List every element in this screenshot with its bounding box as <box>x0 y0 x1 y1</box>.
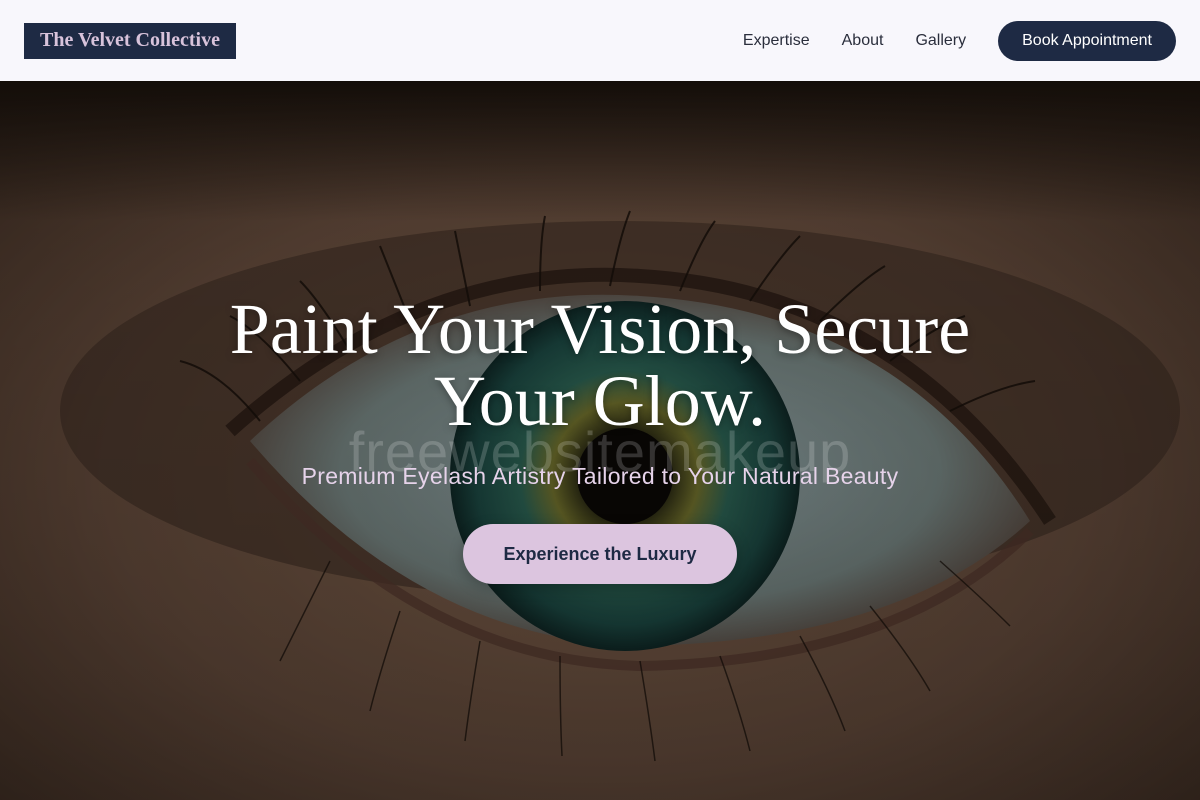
nav-link-about[interactable]: About <box>842 32 884 50</box>
logo[interactable]: The Velvet Collective <box>24 22 236 59</box>
main-nav: Expertise About Gallery Book Appointment <box>711 20 1176 61</box>
nav-link-expertise[interactable]: Expertise <box>743 32 810 50</box>
hero-content: Paint Your Vision, Secure Your Glow. Pre… <box>0 293 1200 584</box>
experience-luxury-button[interactable]: Experience the Luxury <box>463 524 737 584</box>
hero-subtitle: Premium Eyelash Artistry Tailored to You… <box>301 463 899 489</box>
hero-section: freewebsitemakeup Paint Your Vision, Sec… <box>0 81 1200 800</box>
hero-title: Paint Your Vision, Secure Your Glow. <box>229 289 971 441</box>
nav-link-gallery[interactable]: Gallery <box>915 32 966 50</box>
site-header: The Velvet Collective Expertise About Ga… <box>0 0 1200 81</box>
book-appointment-button[interactable]: Book Appointment <box>998 20 1176 61</box>
